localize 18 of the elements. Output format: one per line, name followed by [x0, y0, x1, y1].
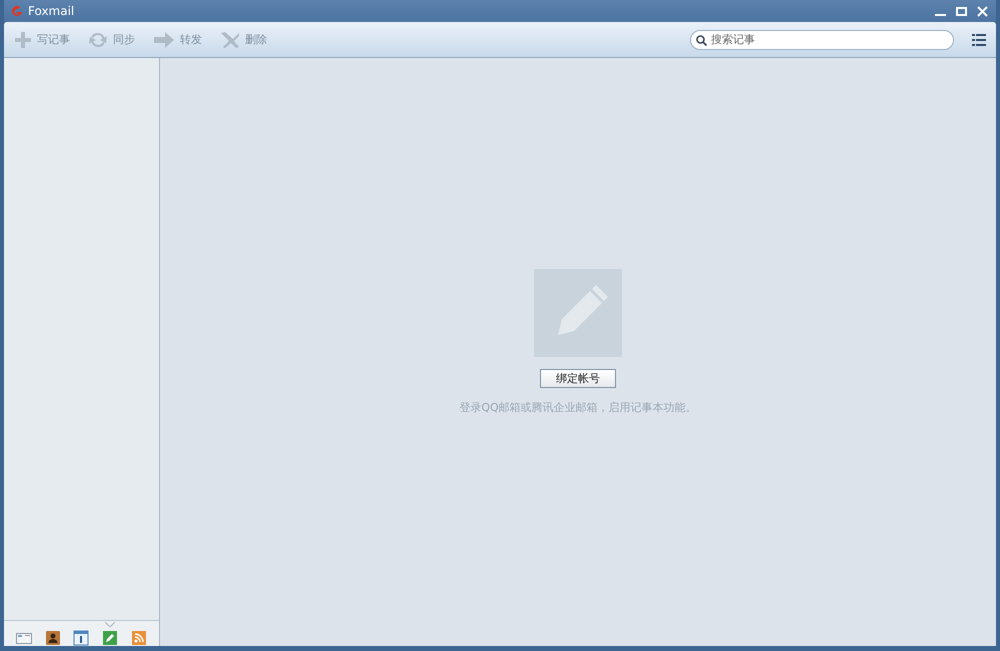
arrow-right-icon: [153, 32, 175, 48]
address-book-icon: [44, 630, 61, 646]
scissors-icon: [220, 30, 240, 48]
bind-account-button[interactable]: 绑定帐号: [540, 369, 616, 388]
window-title: Foxmail: [28, 4, 74, 18]
maximize-icon[interactable]: [956, 6, 967, 16]
pencil-icon: [534, 269, 622, 357]
search-field[interactable]: 搜索记事: [690, 30, 954, 50]
caret-icon: [105, 622, 116, 626]
plus-icon: [14, 30, 32, 48]
close-icon[interactable]: [977, 6, 988, 16]
menu-icon[interactable]: [972, 34, 986, 46]
sync-icon: [88, 30, 108, 48]
search-icon: [696, 34, 707, 46]
rss-icon: [130, 630, 147, 646]
pencil-icon: [102, 630, 118, 646]
hint-text: 登录QQ邮箱或腾讯企业邮箱，启用记事本功能。: [459, 400, 697, 415]
logo-icon: [10, 4, 23, 18]
